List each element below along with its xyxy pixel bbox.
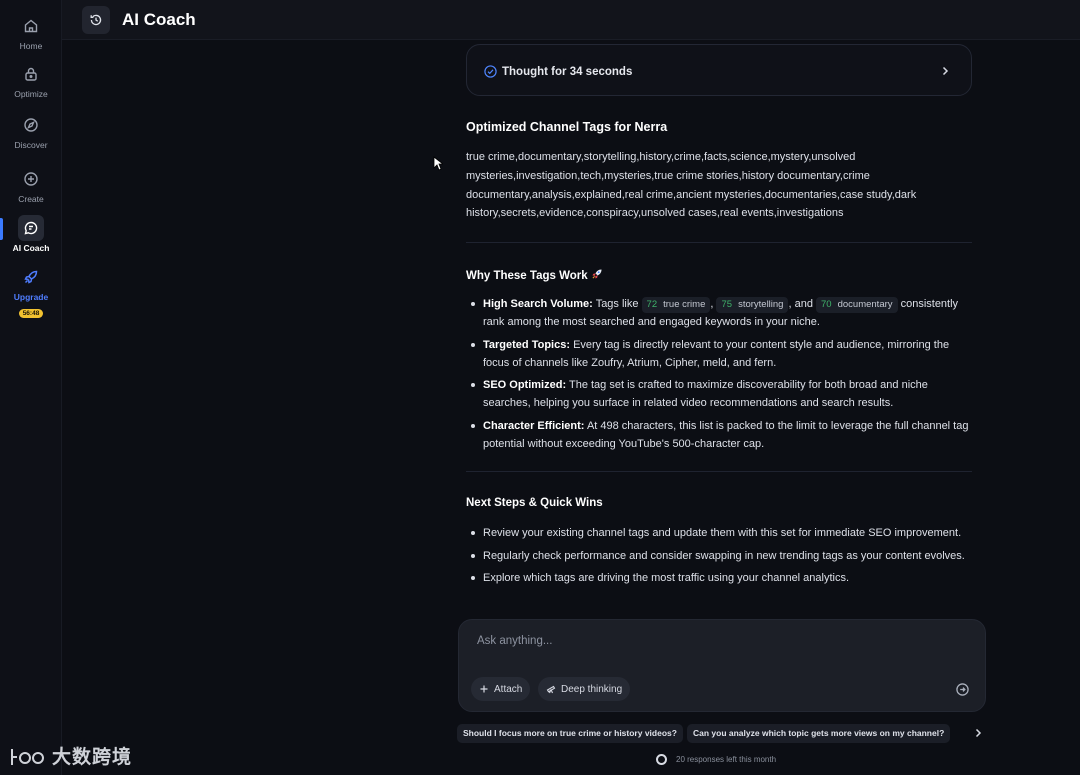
tag-chip: 72 true crime: [641, 297, 711, 313]
why-section-title-text: Why These Tags Work: [466, 270, 588, 282]
tags-section-title: Optimized Channel Tags for Nerra: [466, 120, 668, 134]
tag-name: true crime: [663, 299, 706, 310]
send-button[interactable]: [953, 680, 971, 698]
history-icon: [90, 14, 102, 26]
chat-composer: Attach Deep thinking: [458, 619, 986, 712]
bullet-title: Targeted Topics:: [483, 338, 570, 351]
usage-ring-icon: [656, 754, 667, 765]
bullet-title: Character Efficient:: [483, 419, 585, 432]
sidebar-item-create[interactable]: Create: [0, 166, 62, 204]
attach-label: Attach: [494, 683, 523, 695]
suggestion-chip[interactable]: Can you analyze which topic gets more vi…: [687, 724, 951, 743]
compass-icon: [18, 112, 44, 138]
bullet-separator: ,: [710, 298, 714, 310]
mouse-cursor-icon: [433, 156, 443, 171]
tag-name: documentary: [837, 299, 893, 310]
check-circle-icon: [484, 65, 497, 78]
sidebar-item-label: Home: [19, 41, 43, 51]
chat-response: Thought for 34 seconds Optimized Channel…: [466, 42, 972, 620]
thought-duration: Thought for 34 seconds: [502, 66, 633, 78]
list-item: Regularly check performance and consider…: [466, 547, 972, 565]
bullet-title: SEO Optimized:: [483, 379, 567, 391]
sidebar-item-ai-coach[interactable]: AI Coach: [0, 215, 62, 253]
chevron-right-icon: [942, 66, 949, 76]
bullet-and: , and: [788, 298, 813, 310]
plus-circle-icon: [18, 166, 44, 192]
tag-name: storytelling: [738, 299, 784, 310]
sidebar-item-label: AI Coach: [12, 243, 50, 253]
watermark: 大数跨境: [10, 742, 132, 769]
header: AI Coach: [62, 0, 1080, 40]
tag-score: 75: [721, 299, 733, 310]
sidebar-item-discover[interactable]: Discover: [0, 112, 62, 150]
why-bullets: High Search Volume: Tags like 72 true cri…: [466, 295, 972, 457]
list-item: Review your existing channel tags and up…: [466, 524, 972, 542]
thought-summary-toggle[interactable]: Thought for 34 seconds: [466, 44, 972, 96]
ask-input[interactable]: [477, 632, 957, 650]
responses-left: 20 responses left this month: [656, 754, 776, 765]
divider: [466, 471, 972, 472]
bullet-text: Tags like: [595, 298, 639, 310]
list-item: Explore which tags are driving the most …: [466, 569, 972, 587]
divider: [466, 242, 972, 243]
sidebar-item-optimize[interactable]: Optimize: [0, 61, 62, 99]
lock-icon: [18, 61, 44, 87]
list-item: SEO Optimized: The tag set is crafted to…: [466, 376, 972, 412]
upgrade-timer-badge: 56:48: [18, 309, 44, 318]
attach-button[interactable]: Attach: [471, 677, 531, 701]
why-section-title: Why These Tags Work: [466, 268, 603, 282]
next-steps-title: Next Steps & Quick Wins: [466, 497, 603, 509]
tags-list: true crime,documentary,storytelling,hist…: [466, 151, 917, 220]
plus-icon: [480, 685, 488, 693]
deep-thinking-button[interactable]: Deep thinking: [538, 677, 631, 701]
sidebar-item-label: Create: [18, 194, 44, 204]
sidebar: Home Optimize Discover Create AI Coach U…: [0, 0, 62, 775]
history-button[interactable]: [82, 6, 110, 34]
watermark-logo-icon: [11, 748, 44, 765]
sidebar-item-home[interactable]: Home: [0, 13, 62, 51]
tag-score: 72: [646, 299, 658, 310]
tag-chip: 70 documentary: [816, 297, 898, 313]
sidebar-item-label: Upgrade: [13, 292, 49, 302]
deep-thinking-label: Deep thinking: [561, 683, 623, 695]
tag-chip: 75 storytelling: [716, 297, 789, 313]
rocket-emoji-icon: [592, 269, 602, 279]
sidebar-item-upgrade[interactable]: Upgrade 56:48: [0, 264, 62, 320]
telescope-icon: [546, 685, 556, 694]
sidebar-item-label: Optimize: [14, 89, 48, 99]
list-item: Targeted Topics: Every tag is directly r…: [466, 336, 972, 372]
watermark-text: 大数跨境: [52, 747, 133, 768]
arrow-right-icon: [955, 682, 969, 696]
chat-icon: [18, 215, 44, 241]
bullet-title: High Search Volume:: [483, 298, 593, 310]
rocket-icon: [18, 264, 44, 290]
page-title: AI Coach: [122, 10, 196, 29]
tag-score: 70: [821, 299, 832, 310]
sidebar-item-label: Discover: [14, 140, 48, 150]
next-steps-bullets: Review your existing channel tags and up…: [466, 524, 972, 592]
suggestions-next-icon[interactable]: [972, 727, 984, 739]
suggestion-chip[interactable]: Should I focus more on true crime or his…: [457, 724, 683, 743]
list-item: High Search Volume: Tags like 72 true cri…: [466, 295, 972, 331]
list-item: Character Efficient: At 498 characters, …: [466, 417, 972, 453]
responses-left-text: 20 responses left this month: [676, 755, 777, 764]
home-icon: [18, 13, 44, 39]
